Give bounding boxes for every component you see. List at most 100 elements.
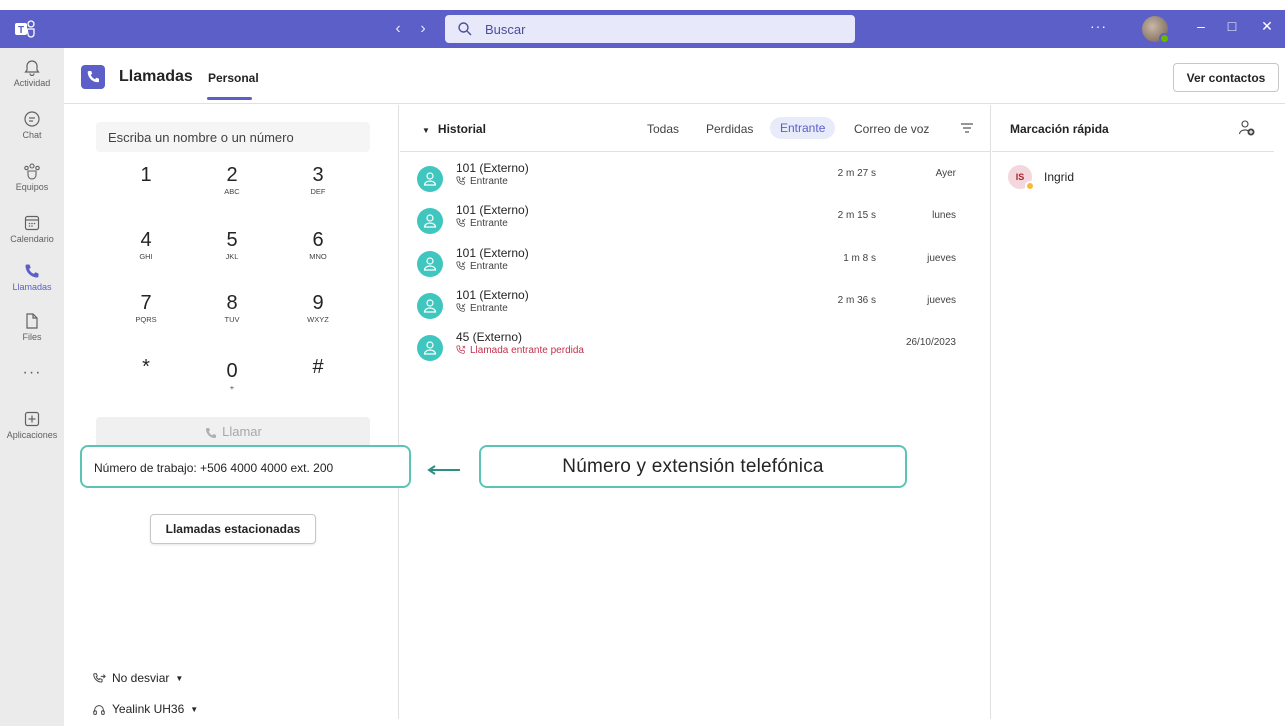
rail-label: Llamadas (12, 282, 52, 292)
audio-device-dropdown[interactable]: Yealink UH36 ▼ (92, 702, 198, 717)
filter-perdidas[interactable]: Perdidas (706, 122, 753, 136)
maximize-button[interactable]: □ (1222, 18, 1242, 34)
key-digit: 8 (226, 292, 238, 314)
call-type-text: Entrante (470, 176, 508, 187)
forward-arrow-icon[interactable]: › (414, 19, 432, 39)
filter-entrante[interactable]: Entrante (770, 117, 836, 139)
history-title[interactable]: ▼ Historial (422, 122, 486, 136)
dial-key-9[interactable]: 9 WXYZ (288, 291, 348, 337)
call-button[interactable]: Llamar (96, 417, 370, 447)
rail-item-llamadas[interactable]: Llamadas (0, 256, 64, 304)
caller-name: 101 (Externo) (456, 246, 529, 260)
forward-call-icon (93, 673, 106, 683)
dial-input[interactable] (96, 122, 370, 152)
call-date: lunes (932, 210, 956, 221)
avatar: IS (1008, 165, 1035, 191)
rail-item-actividad[interactable]: Actividad (0, 52, 64, 100)
add-app-icon (24, 411, 40, 427)
rail-more-button[interactable]: ··· (0, 364, 64, 382)
dial-key-3[interactable]: 3 DEF (288, 163, 348, 209)
rail-label: Files (22, 332, 42, 342)
contact-avatar (417, 166, 443, 192)
dial-key-6[interactable]: 6 MNO (288, 228, 348, 274)
call-duration: 1 m 8 s (843, 253, 876, 264)
tab-personal[interactable]: Personal (208, 71, 259, 85)
page-title: Llamadas (119, 68, 193, 85)
collapse-triangle-icon: ▼ (422, 126, 430, 135)
phone-icon (25, 264, 39, 278)
speed-dial-contact[interactable]: IS Ingrid (1008, 165, 1208, 193)
back-arrow-icon[interactable]: ‹ (389, 19, 407, 39)
filter-correo-de-voz[interactable]: Correo de voz (854, 122, 929, 136)
call-type: Llamada entrante perdida (456, 345, 584, 356)
dial-key-star[interactable]: * (116, 355, 176, 401)
history-row[interactable]: 101 (Externo) Entrante 2 m 36 s jueves (400, 285, 990, 327)
call-history-pane: ▼ Historial Todas Perdidas Entrante Corre… (400, 105, 991, 719)
missed-call-icon (456, 345, 466, 354)
key-digit: 9 (312, 292, 324, 314)
search-placeholder: Buscar (485, 22, 526, 37)
dial-pad-pane: 1 2ABC 3DEF 4GHI 5JKL 6MNO 7PQRS 8TUV 9W… (64, 105, 411, 719)
key-digit: 4 (140, 229, 152, 251)
history-row[interactable]: 45 (Externo) Llamada entrante perdida 26… (400, 327, 990, 369)
history-row[interactable]: 101 (Externo) Entrante 2 m 15 s lunes (400, 200, 990, 242)
title-bar: T ‹ › Buscar ··· – □ ✕ (0, 10, 1285, 48)
presence-away-icon (1025, 181, 1035, 191)
more-options-button[interactable]: ··· (1090, 18, 1107, 34)
rail-item-files[interactable]: Files (0, 306, 64, 354)
view-contacts-button[interactable]: Ver contactos (1173, 63, 1279, 92)
call-date: jueves (927, 253, 956, 264)
call-type: Entrante (456, 303, 508, 314)
rail-label: Equipos (15, 182, 49, 192)
person-icon (423, 214, 437, 228)
history-row[interactable]: 101 (Externo) Entrante 1 m 8 s jueves (400, 243, 990, 285)
parked-calls-button[interactable]: Llamadas estacionadas (150, 514, 316, 544)
dial-key-2[interactable]: 2 ABC (202, 163, 262, 209)
search-box[interactable]: Buscar (445, 15, 855, 43)
rail-item-chat[interactable]: Chat (0, 104, 64, 152)
minimize-button[interactable]: – (1191, 18, 1211, 34)
call-type: Entrante (456, 176, 508, 187)
call-type: Entrante (456, 261, 508, 272)
rail-item-equipos[interactable]: Equipos (0, 156, 64, 204)
contact-avatar (417, 251, 443, 277)
key-digit: 2 (226, 164, 238, 186)
dial-key-4[interactable]: 4 GHI (116, 228, 176, 274)
filter-todas[interactable]: Todas (647, 122, 679, 136)
dial-key-hash[interactable]: # (288, 355, 348, 401)
history-row[interactable]: 101 (Externo) Entrante 2 m 27 s Ayer (400, 158, 990, 200)
dial-key-7[interactable]: 7 PQRS (116, 291, 176, 337)
key-digit: 3 (312, 164, 324, 186)
search-icon (458, 22, 472, 36)
rail-item-calendario[interactable]: Calendario (0, 208, 64, 256)
person-icon (423, 257, 437, 271)
user-avatar[interactable] (1142, 16, 1170, 44)
dial-key-8[interactable]: 8 TUV (202, 291, 262, 337)
call-button-label: Llamar (222, 424, 262, 439)
add-contact-icon[interactable] (1238, 119, 1256, 137)
app-rail: Actividad Chat Equipos Calendario Llamad… (0, 48, 64, 726)
key-digit: 1 (140, 164, 152, 186)
dial-key-5[interactable]: 5 JKL (202, 228, 262, 274)
svg-text:T: T (18, 25, 24, 36)
key-letters: TUV (224, 315, 240, 324)
key-letters: PQRS (135, 315, 157, 324)
speed-dial-pane: Marcación rápida IS Ingrid (992, 105, 1285, 719)
close-button[interactable]: ✕ (1257, 18, 1277, 35)
call-forwarding-dropdown[interactable]: No desviar ▼ (92, 671, 183, 686)
filter-icon[interactable] (960, 121, 974, 135)
incoming-call-icon (456, 218, 466, 227)
key-digit: 5 (226, 229, 238, 251)
page-header: Llamadas Personal Ver contactos (64, 48, 1285, 104)
call-duration: 2 m 27 s (837, 168, 876, 179)
dial-key-1[interactable]: 1 (116, 163, 176, 209)
rail-label: Calendario (10, 234, 54, 244)
call-date: Ayer (935, 168, 956, 179)
calendar-icon (24, 215, 40, 231)
key-digit: # (312, 356, 324, 378)
rail-item-aplicaciones[interactable]: Aplicaciones (0, 404, 64, 452)
rail-label: Aplicaciones (6, 430, 58, 440)
speed-dial-title: Marcación rápida (1010, 122, 1109, 136)
dial-key-0[interactable]: 0 + (202, 359, 262, 405)
key-digit: * (142, 356, 150, 378)
